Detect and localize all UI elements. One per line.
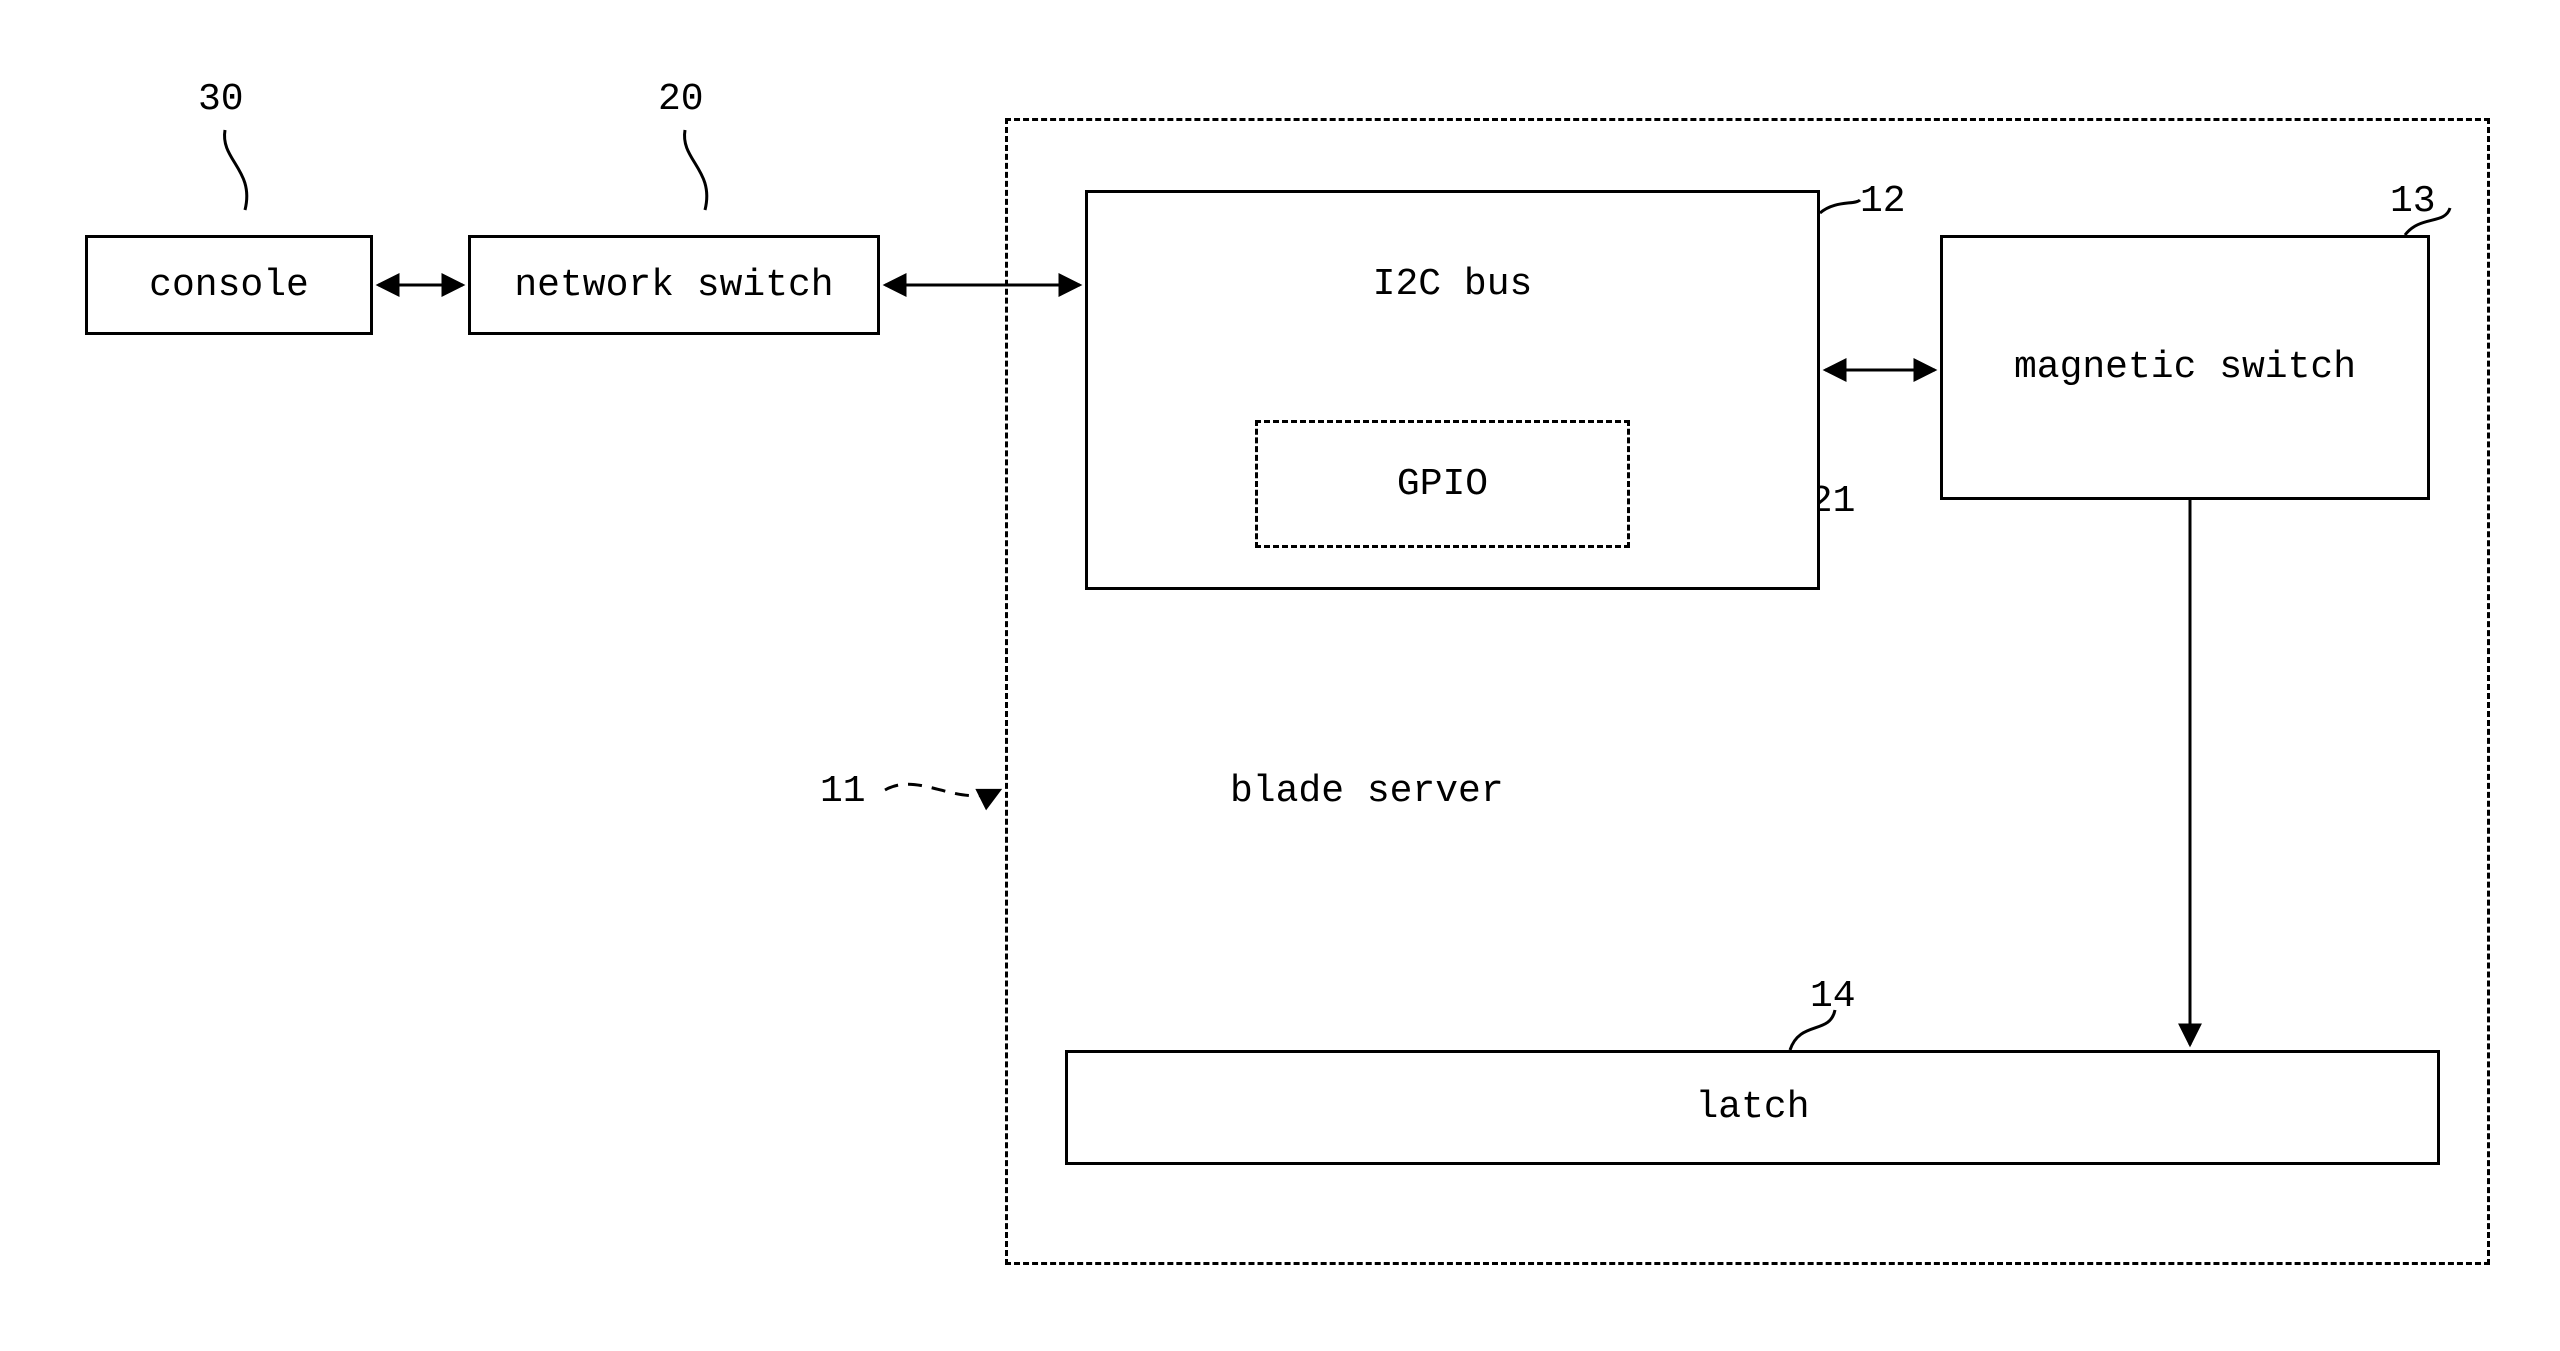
gpio-label: GPIO <box>1397 463 1488 506</box>
console-label: console <box>149 264 309 307</box>
network-switch-ref: 20 <box>658 78 704 121</box>
leader-console-ref <box>225 130 247 210</box>
console-box: console <box>85 235 373 335</box>
latch-label: latch <box>1695 1086 1809 1129</box>
gpio-box: GPIO <box>1255 420 1630 548</box>
network-switch-box: network switch <box>468 235 880 335</box>
blade-server-label: blade server <box>1230 770 1504 813</box>
latch-box: latch <box>1065 1050 2440 1165</box>
network-switch-label: network switch <box>514 264 833 307</box>
magnetic-switch-ref: 13 <box>2390 180 2436 223</box>
magnetic-switch-label: magnetic switch <box>2014 346 2356 389</box>
console-ref: 30 <box>198 78 244 121</box>
latch-ref: 14 <box>1810 975 1856 1018</box>
blade-server-ref: 11 <box>820 770 866 813</box>
i2c-bus-label: I2C bus <box>1373 263 1533 306</box>
i2c-bus-ref: 12 <box>1860 180 1906 223</box>
magnetic-switch-box: magnetic switch <box>1940 235 2430 500</box>
leader-network-ref <box>685 130 707 210</box>
leader-blade-ref <box>885 784 1000 796</box>
